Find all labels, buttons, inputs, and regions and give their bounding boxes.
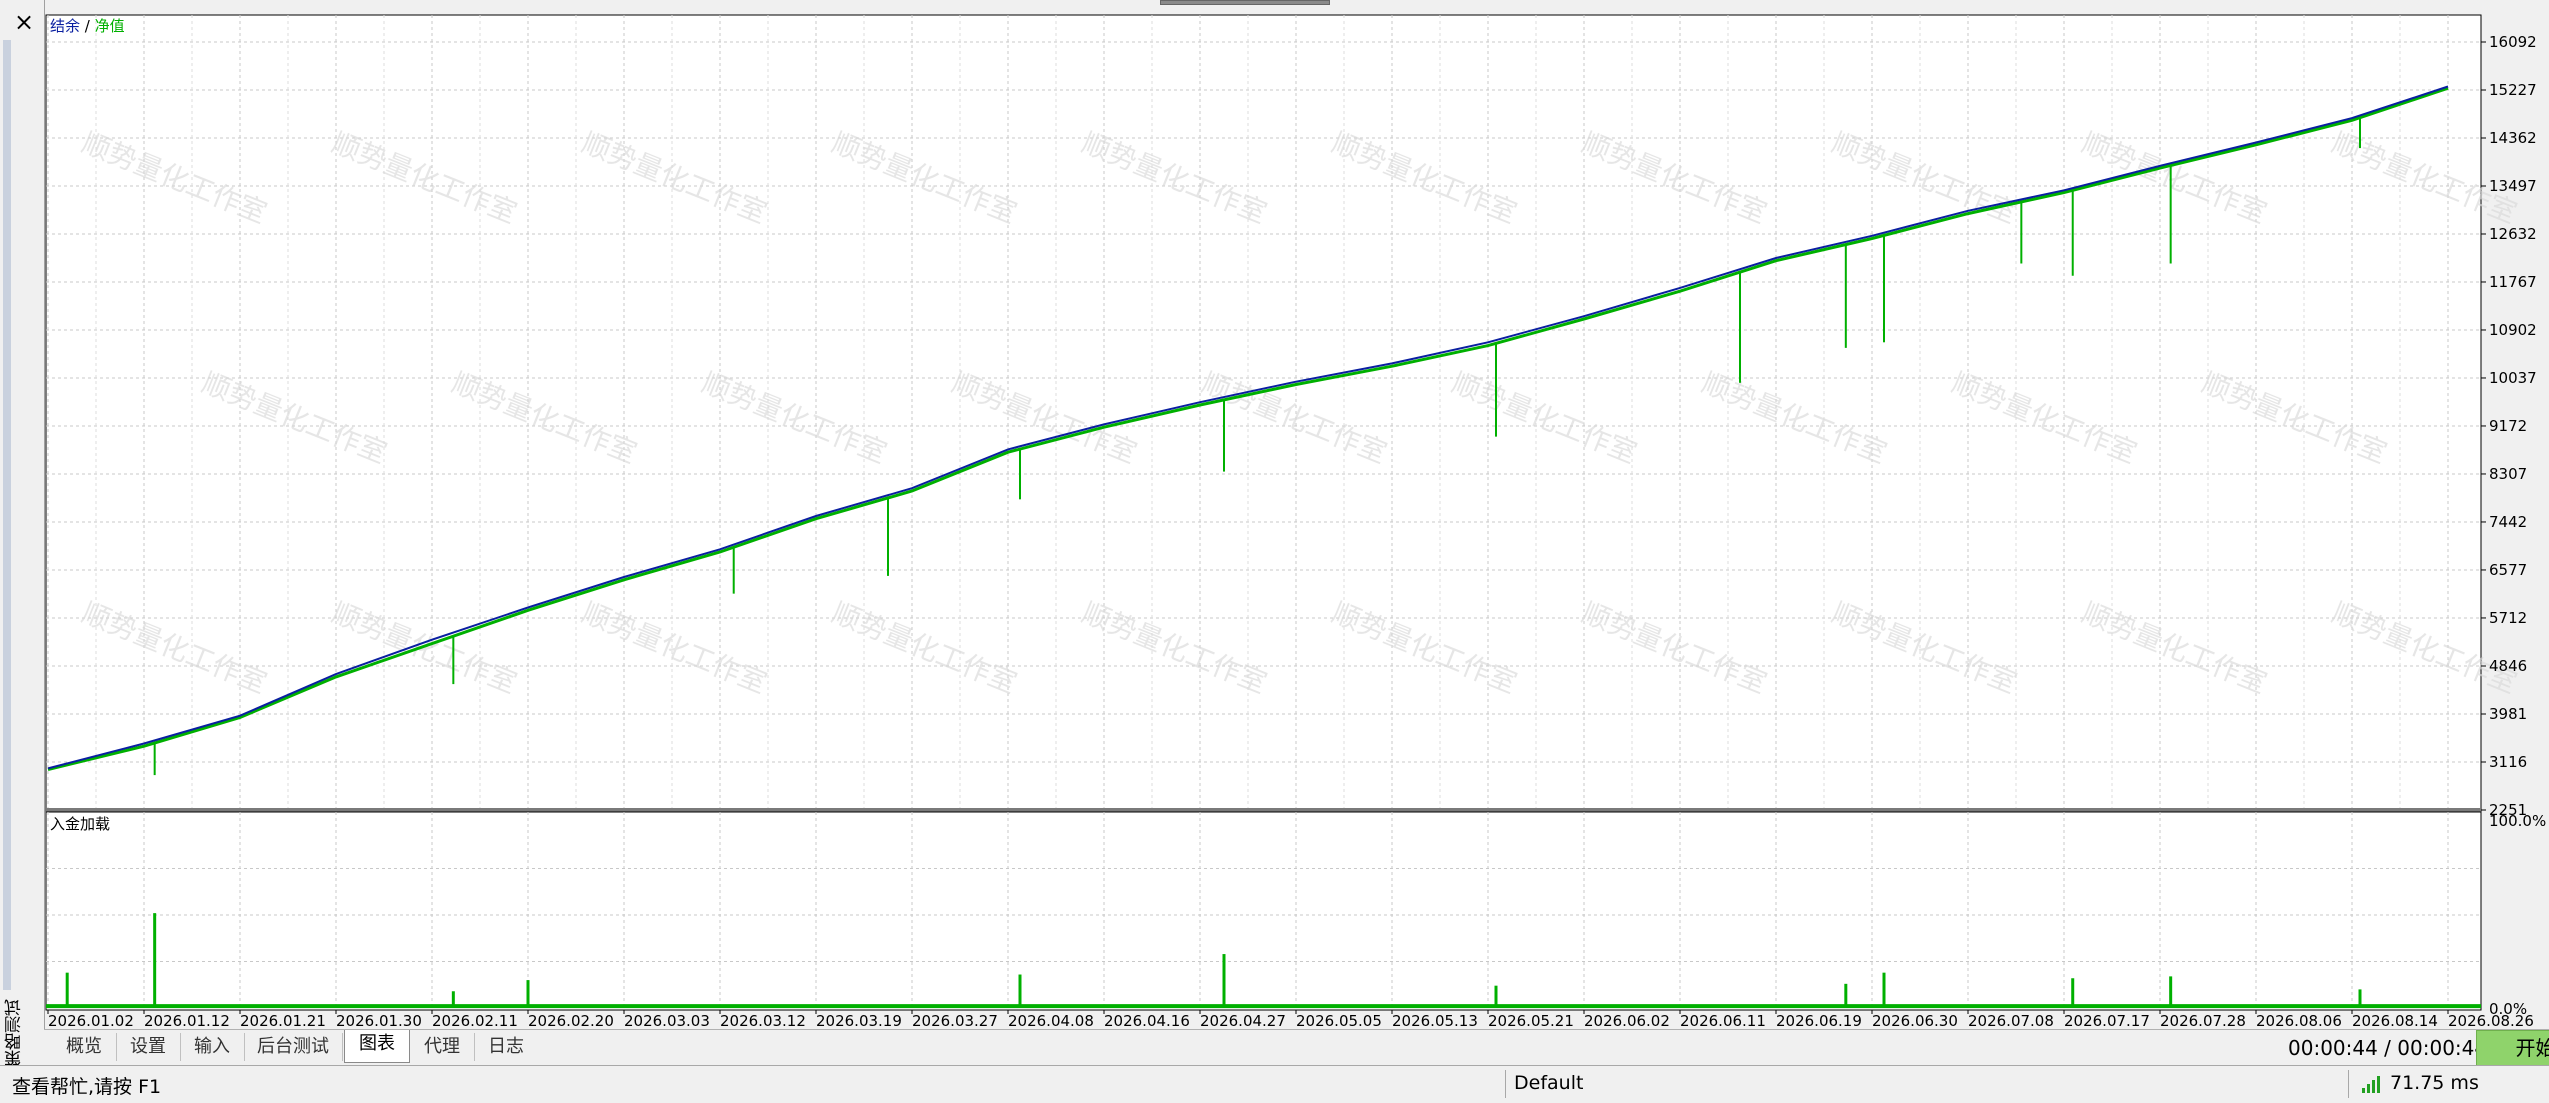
x-tick-label: 2026.07.17 (2064, 1012, 2150, 1030)
status-separator (2348, 1070, 2349, 1098)
legend-balance: 结余 (50, 17, 80, 35)
x-tick-label: 2026.02.11 (432, 1012, 518, 1030)
y-tick-label: 10037 (2489, 369, 2537, 387)
x-tick-label: 2026.05.13 (1392, 1012, 1478, 1030)
x-tick-label: 2026.05.05 (1296, 1012, 1382, 1030)
balance-legend: 结余 / 净值 (50, 17, 125, 35)
y-tick-label: 10902 (2489, 321, 2537, 339)
tab-agents[interactable]: 代理 (410, 1033, 475, 1061)
elapsed-timer: 00:00:44 / 00:00:44 (2288, 1036, 2488, 1060)
status-profile[interactable]: Default (1514, 1072, 1583, 1094)
y-tick-label: 6577 (2489, 561, 2527, 579)
balance-y-axis: 16092 15227 14362 13497 12632 11767 10902 10037… (2481, 33, 2537, 819)
x-tick-label: 2026.08.06 (2256, 1012, 2342, 1030)
x-tick-label: 2026.08.26 (2448, 1012, 2534, 1030)
x-tick-label: 2026.06.19 (1776, 1012, 1862, 1030)
y-tick-label: 13497 (2489, 177, 2537, 195)
status-bar: 查看帮忙,请按 F1 Default 71.75 ms (0, 1065, 2549, 1103)
x-tick-label: 2026.04.16 (1104, 1012, 1190, 1030)
y-tick-label: 11767 (2489, 273, 2537, 291)
x-tick-label: 2026.01.12 (144, 1012, 230, 1030)
x-tick-label: 2026.03.12 (720, 1012, 806, 1030)
x-tick-label: 2026.08.14 (2352, 1012, 2438, 1030)
chart-area: 顺势量化工作室 顺势量化工作室 顺势量化工作室 顺势量化工作室 顺势量化工作室 顺势量化工… (45, 14, 2546, 1030)
tab-settings[interactable]: 设置 (116, 1033, 181, 1061)
x-tick-label: 2026.07.08 (1968, 1012, 2054, 1030)
deposit-chart-label: 入金加载 (50, 815, 110, 833)
x-tick-label: 2026.03.19 (816, 1012, 902, 1030)
tab-inputs[interactable]: 输入 (180, 1033, 245, 1061)
status-separator (1505, 1070, 1506, 1098)
y-tick-label: 5712 (2489, 609, 2527, 627)
x-tick-label: 2026.02.20 (528, 1012, 614, 1030)
x-tick-label: 2026.06.02 (1584, 1012, 1670, 1030)
y-tick-label: 15227 (2489, 81, 2537, 99)
deposit-chart-frame (45, 811, 2482, 1011)
tab-backtest[interactable]: 后台测试 (244, 1033, 343, 1061)
tab-chart[interactable]: 图表 (344, 1030, 410, 1063)
chart-divider[interactable] (46, 808, 2481, 812)
y-tick-label: 9172 (2489, 417, 2527, 435)
status-help-text: 查看帮忙,请按 F1 (12, 1076, 162, 1098)
y-tick-label: 3116 (2489, 753, 2527, 771)
x-tick-label: 2026.06.30 (1872, 1012, 1958, 1030)
x-axis: 2026.01.02 2026.01.12 2026.01.21 2026.01.30… (47, 1010, 2534, 1030)
y-tick-label: 14362 (2489, 129, 2537, 147)
tab-overview[interactable]: 概览 (52, 1033, 117, 1061)
x-tick-label: 2026.01.02 (48, 1012, 134, 1030)
tab-journal[interactable]: 日志 (474, 1033, 538, 1061)
x-tick-label: 2026.01.21 (240, 1012, 326, 1030)
y-tick-label: 3981 (2489, 705, 2527, 723)
x-tick-label: 2026.01.30 (336, 1012, 422, 1030)
x-tick-label: 2026.03.27 (912, 1012, 998, 1030)
legend-equity: 净值 (95, 17, 125, 35)
start-button[interactable]: 开始 (2476, 1030, 2549, 1066)
signal-strength-icon (2362, 1076, 2380, 1093)
y-tick-label: 8307 (2489, 465, 2527, 483)
x-tick-label: 2026.07.28 (2160, 1012, 2246, 1030)
legend-separator: / (80, 17, 95, 35)
deposit-y-top: 100.0% (2489, 812, 2546, 830)
x-tick-label: 2026.04.27 (1200, 1012, 1286, 1030)
y-tick-label: 16092 (2489, 33, 2537, 51)
y-tick-label: 12632 (2489, 225, 2537, 243)
x-tick-label: 2026.06.11 (1680, 1012, 1766, 1030)
x-tick-label: 2026.03.03 (624, 1012, 710, 1030)
tab-bar: 概览 设置 输入 后台测试 图表 代理 日志 00:00:44 / 00:00:… (44, 1029, 2549, 1066)
status-ping: 71.75 ms (2390, 1072, 2479, 1094)
strategy-tester-window: × 顺势量化工作室 顺势量化工作室 顺势量化工作室 顺势量化工作室 顺势量化工作室 顺势量… (0, 0, 2549, 1103)
y-tick-label: 7442 (2489, 513, 2527, 531)
x-tick-label: 2026.04.08 (1008, 1012, 1094, 1030)
x-tick-label: 2026.05.21 (1488, 1012, 1574, 1030)
y-tick-label: 4846 (2489, 657, 2527, 675)
